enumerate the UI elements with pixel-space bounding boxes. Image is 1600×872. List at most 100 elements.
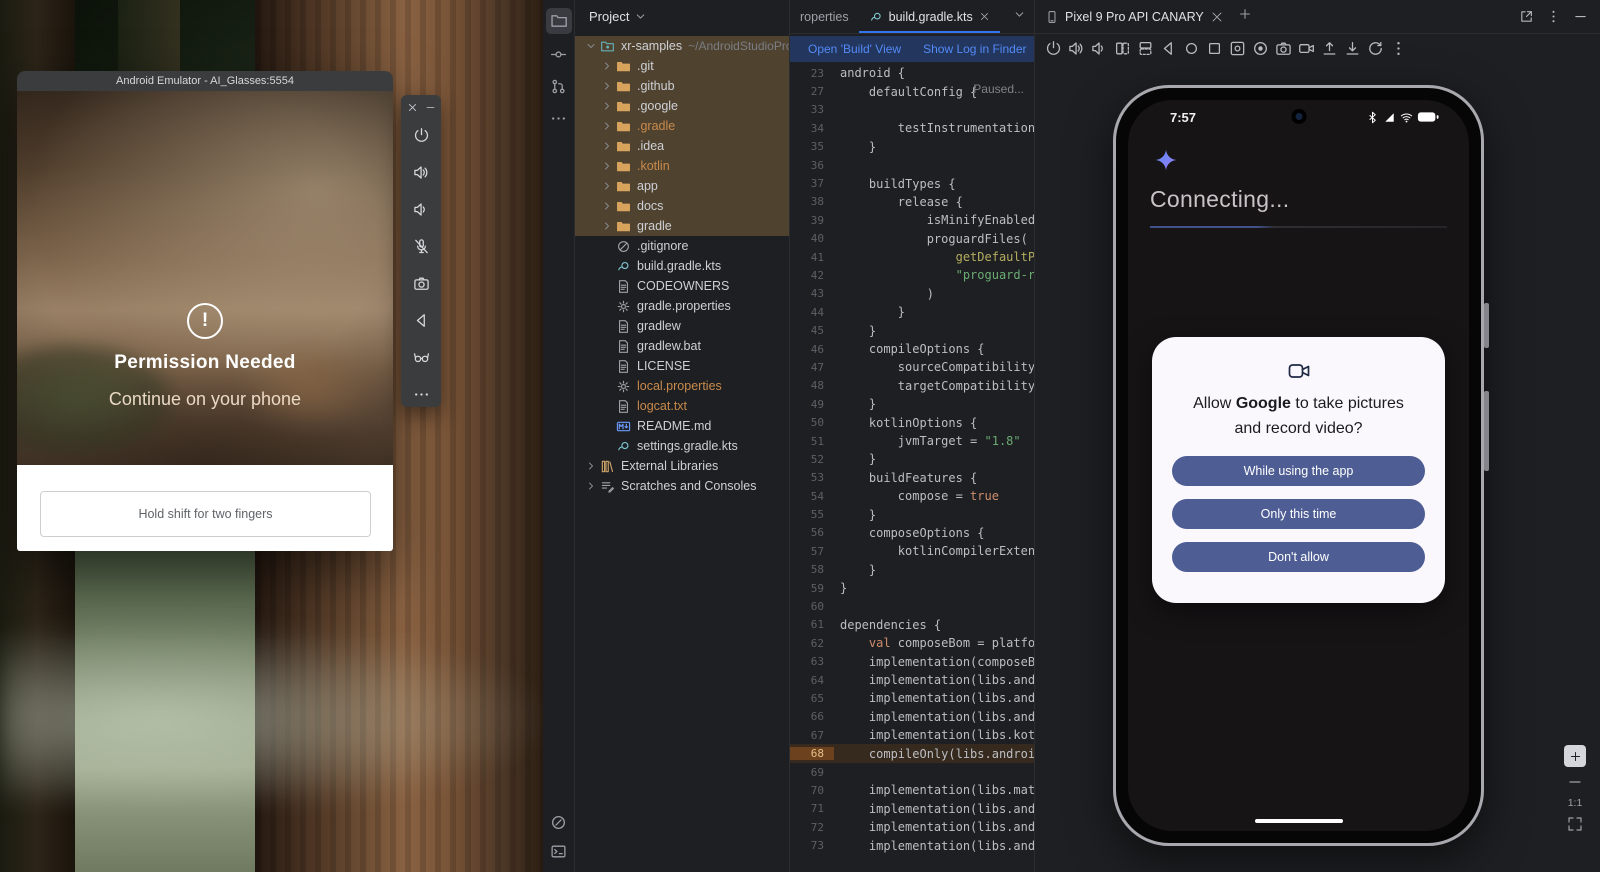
close-icon[interactable] — [979, 11, 990, 22]
more-v-icon[interactable] — [1546, 9, 1561, 24]
chev-right-icon[interactable] — [601, 60, 613, 72]
code-line[interactable]: 69 — [790, 763, 1034, 781]
device-screen[interactable]: 7:57 Connecting... Allow Google to take … — [1128, 100, 1469, 831]
back-icon[interactable] — [413, 312, 430, 329]
chev-right-icon[interactable] — [601, 200, 613, 212]
tree-item[interactable]: gradle.properties — [575, 296, 789, 316]
show-log-in-finder-link[interactable]: Show Log in Finder — [923, 42, 1026, 56]
tree-item[interactable]: app — [575, 176, 789, 196]
code-line[interactable]: 48 targetCompatibility — [790, 377, 1034, 395]
home-icon[interactable] — [1183, 40, 1200, 57]
code-line[interactable]: 51 jvmTarget = "1.8" — [790, 432, 1034, 450]
chev-right-icon[interactable] — [601, 80, 613, 92]
minimize-icon[interactable] — [1573, 9, 1588, 24]
tree-item[interactable]: local.properties — [575, 376, 789, 396]
volume-down-icon[interactable] — [413, 201, 430, 218]
volume-down-icon[interactable] — [1091, 40, 1108, 57]
tree-item[interactable]: settings.gradle.kts — [575, 436, 789, 456]
code-line[interactable]: 58 } — [790, 561, 1034, 579]
code-line[interactable]: 37 buildTypes { — [790, 174, 1034, 192]
download-icon[interactable] — [1344, 40, 1361, 57]
chev-right-icon[interactable] — [601, 120, 613, 132]
power-icon[interactable] — [413, 127, 430, 144]
close-icon[interactable] — [1210, 10, 1224, 24]
emulator-display[interactable]: ! Permission Needed Continue on your pho… — [17, 91, 393, 465]
overview-icon[interactable] — [1206, 40, 1223, 57]
code-line[interactable]: 66 implementation(libs.andr — [790, 708, 1034, 726]
code-line[interactable]: 39 isMinifyEnabled — [790, 211, 1034, 229]
code-line[interactable]: 33 — [790, 101, 1034, 119]
tab-build-gradle-kts[interactable]: build.gradle.kts — [859, 0, 1000, 33]
tree-item[interactable]: .google — [575, 96, 789, 116]
code-line[interactable]: 36 — [790, 156, 1034, 174]
permission-button[interactable]: Only this time — [1172, 499, 1425, 529]
code-line[interactable]: 63 implementation(composeBo — [790, 653, 1034, 671]
code-line[interactable]: 44 } — [790, 303, 1034, 321]
code-line[interactable]: 65 implementation(libs.andr — [790, 689, 1034, 707]
mic-off-icon[interactable] — [413, 238, 430, 255]
code-line[interactable]: 64 implementation(libs.andr — [790, 671, 1034, 689]
tree-item[interactable]: .git — [575, 56, 789, 76]
chev-right-icon[interactable] — [601, 100, 613, 112]
pencil-circle-icon[interactable] — [550, 814, 567, 831]
code-line[interactable]: 62 val composeBom = platfor — [790, 634, 1034, 652]
code-line[interactable]: 55 } — [790, 505, 1034, 523]
tree-item[interactable]: logcat.txt — [575, 396, 789, 416]
code-line[interactable]: 46 compileOptions { — [790, 340, 1034, 358]
code-line[interactable]: 23android { — [790, 64, 1034, 82]
volume-up-icon[interactable] — [1068, 40, 1085, 57]
plus-icon[interactable] — [1238, 7, 1252, 21]
zoom-in-button[interactable] — [1564, 745, 1586, 767]
code-line[interactable]: 72 implementation(libs.andr — [790, 818, 1034, 836]
code-editor[interactable]: 23android {27 defaultConfig {3334 testIn… — [790, 64, 1034, 872]
code-line[interactable]: 47 sourceCompatibility — [790, 358, 1034, 376]
more-v-icon[interactable] — [1390, 40, 1407, 57]
code-line[interactable]: 53 buildFeatures { — [790, 469, 1034, 487]
tree-item[interactable]: gradle — [575, 216, 789, 236]
minus-icon[interactable] — [1567, 774, 1583, 790]
snapshot-icon[interactable] — [1367, 40, 1384, 57]
chev-right-icon[interactable] — [601, 160, 613, 172]
more-h-icon[interactable] — [413, 386, 430, 403]
minimize-icon[interactable] — [425, 102, 436, 113]
chev-right-icon[interactable] — [585, 480, 597, 492]
code-line[interactable]: 70 implementation(libs.mate — [790, 781, 1034, 799]
pull-request-icon[interactable] — [550, 78, 567, 95]
tree-item[interactable]: gradlew.bat — [575, 336, 789, 356]
tree-item[interactable]: .idea — [575, 136, 789, 156]
glasses-icon[interactable] — [413, 349, 430, 366]
chev-down-icon[interactable] — [585, 40, 597, 52]
code-line[interactable]: 56 composeOptions { — [790, 524, 1034, 542]
tree-item[interactable]: docs — [575, 196, 789, 216]
commit-icon[interactable] — [550, 46, 567, 63]
power-icon[interactable] — [1045, 40, 1062, 57]
code-line[interactable]: 52 } — [790, 450, 1034, 468]
code-line[interactable]: 50 kotlinOptions { — [790, 413, 1034, 431]
tree-item[interactable]: build.gradle.kts — [575, 256, 789, 276]
tree-item[interactable]: .gitignore — [575, 236, 789, 256]
close-icon[interactable] — [407, 102, 418, 113]
code-line[interactable]: 59} — [790, 579, 1034, 597]
tree-item[interactable]: README.md — [575, 416, 789, 436]
code-line[interactable]: 73 implementation(libs.andr — [790, 836, 1034, 854]
back-icon[interactable] — [1160, 40, 1177, 57]
camera-icon[interactable] — [1275, 40, 1292, 57]
tree-item[interactable]: Scratches and Consoles — [575, 476, 789, 496]
code-line[interactable]: 61dependencies { — [790, 616, 1034, 634]
code-line[interactable]: 42 "proguard-ru — [790, 266, 1034, 284]
fit-screen-icon[interactable] — [1567, 816, 1583, 832]
permission-button[interactable]: Don't allow — [1172, 542, 1425, 572]
open-build-view-link[interactable]: Open 'Build' View — [808, 42, 901, 56]
code-line[interactable]: 38 release { — [790, 193, 1034, 211]
code-line[interactable]: 49 } — [790, 395, 1034, 413]
tree-item[interactable]: External Libraries — [575, 456, 789, 476]
chev-right-icon[interactable] — [601, 140, 613, 152]
code-line[interactable]: 34 testInstrumentationR — [790, 119, 1034, 137]
tree-item[interactable]: xr-samples~/AndroidStudioProj — [575, 36, 789, 56]
code-line[interactable]: 45 } — [790, 321, 1034, 339]
chev-right-icon[interactable] — [601, 220, 613, 232]
code-line[interactable]: 35 } — [790, 138, 1034, 156]
volume-up-icon[interactable] — [413, 164, 430, 181]
more-h-icon[interactable] — [550, 110, 567, 127]
chev-down-icon[interactable] — [634, 10, 647, 23]
